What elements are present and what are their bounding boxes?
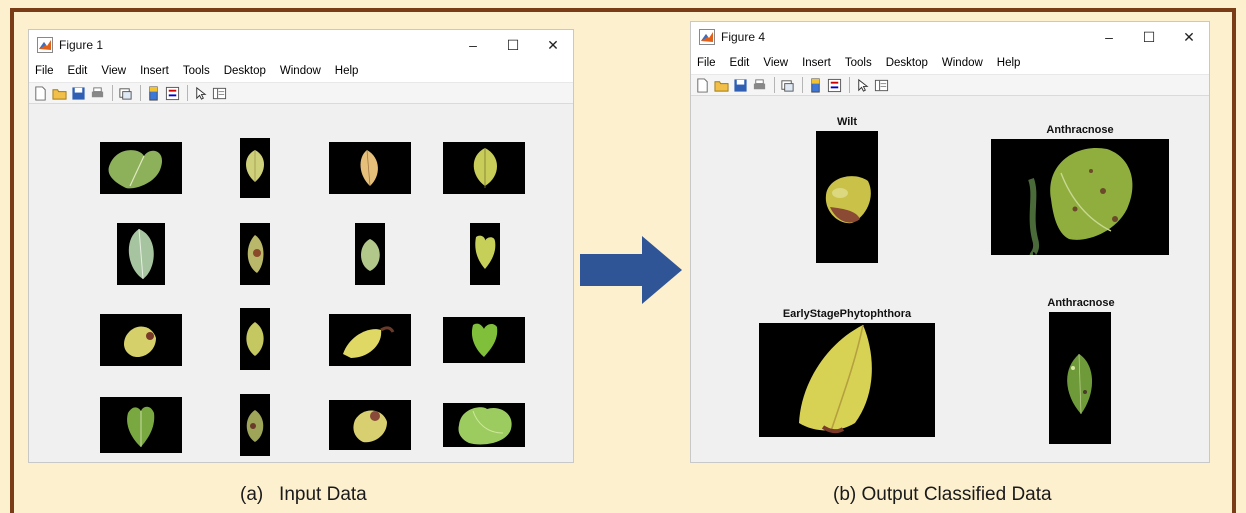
cursor-icon[interactable] [192,85,209,102]
toolbar-separator [187,85,188,101]
classified-leaf-anthracnose [991,139,1169,255]
leaf-image [329,314,411,366]
leaf-image [240,394,270,456]
toolbar-separator [849,77,850,93]
output-figure-window: Figure 4 – ☐ ✕ File Edit View Insert Too… [690,21,1210,463]
menu-tools[interactable]: Tools [845,57,872,69]
close-button[interactable]: ✕ [1169,22,1209,52]
classified-leaf-wilt [816,131,878,263]
menu-help[interactable]: Help [335,65,359,77]
minimize-button[interactable]: – [1089,22,1129,52]
matlab-icon [699,29,715,45]
menu-window[interactable]: Window [942,57,983,69]
property-editor-icon[interactable] [211,85,228,102]
menu-window[interactable]: Window [280,65,321,77]
menu-file[interactable]: File [35,65,54,77]
minimize-button[interactable]: – [453,30,493,60]
new-figure-icon[interactable] [32,85,49,102]
matlab-icon [37,37,53,53]
leaf-image [240,223,270,285]
leaf-image [443,142,525,194]
classified-leaf-early-stage-phytophthora [759,323,935,437]
cursor-icon[interactable] [854,77,871,94]
new-figure-icon[interactable] [694,77,711,94]
save-icon[interactable] [70,85,87,102]
open-file-icon[interactable] [51,85,68,102]
leaf-image [443,403,525,447]
menu-edit[interactable]: Edit [68,65,88,77]
menu-help[interactable]: Help [997,57,1021,69]
right-arrow-icon [580,236,682,304]
open-file-icon[interactable] [713,77,730,94]
output-figure-canvas: Wilt Anthracnose EarlyStagePhytophthora … [691,99,1209,462]
panel-title-wilt: Wilt [836,116,858,128]
input-figure-window: Figure 1 – ☐ ✕ File Edit View Insert Too… [28,29,574,463]
legend-icon[interactable] [826,77,843,94]
input-figure-canvas [29,107,573,462]
property-editor-icon[interactable] [873,77,890,94]
leaf-image [240,138,270,198]
menu-insert[interactable]: Insert [140,65,169,77]
colorbar-icon[interactable] [145,85,162,102]
toolbar-separator [774,77,775,93]
menu-bar: File Edit View Insert Tools Desktop Wind… [29,60,573,82]
leaf-image [470,223,500,285]
menu-insert[interactable]: Insert [802,57,831,69]
caption-input-data: (a) Input Data [240,484,367,505]
menu-view[interactable]: View [101,65,126,77]
link-plot-icon[interactable] [117,85,134,102]
leaf-image [443,317,525,363]
colorbar-icon[interactable] [807,77,824,94]
menu-bar: File Edit View Insert Tools Desktop Wind… [691,52,1209,74]
input-titlebar: Figure 1 – ☐ ✕ [29,30,573,60]
maximize-button[interactable]: ☐ [1129,22,1169,52]
classified-leaf-anthracnose-2 [1049,312,1111,444]
panel-title-anthracnose-2: Anthracnose [1047,297,1115,309]
panel-title-early-stage-phytophthora: EarlyStagePhytophthora [782,308,912,320]
leaf-image [100,314,182,366]
leaf-image [117,223,165,285]
legend-icon[interactable] [164,85,181,102]
toolbar [691,74,1209,96]
leaf-image [100,397,182,453]
save-icon[interactable] [732,77,749,94]
window-title: Figure 4 [721,30,766,44]
toolbar-separator [802,77,803,93]
menu-desktop[interactable]: Desktop [224,65,266,77]
leaf-image [329,142,411,194]
link-plot-icon[interactable] [779,77,796,94]
close-button[interactable]: ✕ [533,30,573,60]
menu-file[interactable]: File [697,57,716,69]
print-icon[interactable] [89,85,106,102]
leaf-image [329,400,411,450]
menu-edit[interactable]: Edit [730,57,750,69]
caption-output-classified-data: (b) Output Classified Data [833,484,1052,505]
menu-desktop[interactable]: Desktop [886,57,928,69]
leaf-image [100,142,182,194]
toolbar-separator [140,85,141,101]
leaf-image [355,223,385,285]
menu-view[interactable]: View [763,57,788,69]
print-icon[interactable] [751,77,768,94]
window-title: Figure 1 [59,38,104,52]
toolbar [29,82,573,104]
output-titlebar: Figure 4 – ☐ ✕ [691,22,1209,52]
menu-tools[interactable]: Tools [183,65,210,77]
leaf-image [240,308,270,370]
maximize-button[interactable]: ☐ [493,30,533,60]
panel-title-anthracnose: Anthracnose [1046,124,1114,136]
toolbar-separator [112,85,113,101]
